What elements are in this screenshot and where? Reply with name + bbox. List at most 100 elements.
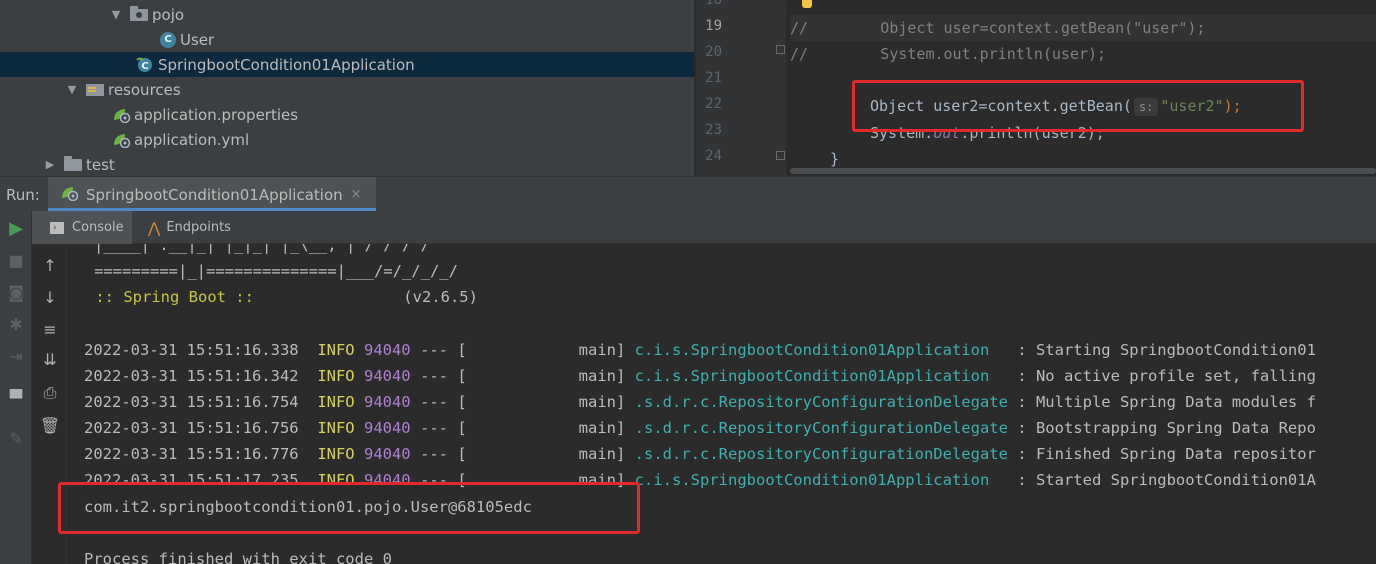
tree-item-label: application.properties	[134, 105, 299, 124]
log-line: 2022-03-31 15:51:16.756 INFO 94040 --- […	[84, 415, 1316, 441]
scroll-to-end-icon[interactable]: ⇊	[39, 348, 61, 370]
endpoints-icon: ⋀	[148, 218, 161, 237]
exit-icon[interactable]: ⇥	[5, 345, 27, 367]
spring-boot-class-icon: C	[136, 57, 154, 73]
debug-icon[interactable]: ✱	[5, 313, 27, 335]
tab-console-label: Console	[72, 220, 124, 235]
log-time: 2022-03-31 15:51:16.754	[84, 393, 299, 411]
print-icon[interactable]: ⎙	[39, 382, 61, 404]
class-icon: C	[160, 31, 176, 48]
code-line-20: // System.out.println(user);	[790, 45, 1107, 63]
log-pid: 94040	[363, 419, 411, 437]
console-side-tools: ↑ ↓ ≡ ⇊ ⎙ 🗑	[33, 244, 67, 564]
line-number: 19	[705, 18, 722, 34]
log-logger[interactable]: c.i.s.SpringbootCondition01Application	[635, 367, 1008, 385]
log-sep: --- [	[420, 393, 467, 411]
rerun-icon[interactable]: ▶	[5, 217, 27, 239]
editor-horizontal-scrollbar[interactable]	[790, 168, 1376, 174]
banner-line: |____| .__|_| |_|_| |_\__, | / / / /	[94, 244, 430, 254]
console-toolbar: › Console ⋀ Endpoints	[32, 211, 1376, 244]
log-sep: --- [	[420, 471, 467, 489]
tab-console[interactable]: › Console	[32, 211, 132, 244]
close-tab-icon[interactable]: ×	[351, 187, 362, 202]
collapse-arrow-icon[interactable]: ▶	[44, 158, 56, 171]
code-line-22: Object user2=context.getBean(s: "user2");	[870, 97, 1242, 116]
tab-endpoints-label: Endpoints	[166, 220, 231, 235]
log-level: INFO	[317, 393, 355, 411]
editor-gutter: 18 19 20 21 22 23 24	[696, 0, 786, 176]
tree-item-test[interactable]: ▶ test	[0, 152, 694, 176]
tree-item-application-class[interactable]: C SpringbootCondition01Application	[0, 52, 694, 77]
log-line: 2022-03-31 15:51:17.235 INFO 94040 --- […	[84, 467, 1316, 493]
tree-item-user[interactable]: C User	[0, 27, 694, 52]
fold-marker-icon[interactable]	[776, 151, 785, 160]
log-thread: main]	[578, 393, 626, 411]
log-pid: 94040	[363, 367, 411, 385]
arrow-up-icon[interactable]: ↑	[39, 254, 61, 276]
line-number: 18	[705, 0, 722, 8]
log-msg: : Bootstrapping Spring Data Repo	[1017, 419, 1316, 437]
lightbulb-icon[interactable]	[802, 0, 812, 8]
package-folder-icon	[130, 5, 148, 21]
line-number: 20	[705, 44, 722, 60]
log-logger[interactable]: .s.d.r.c.RepositoryConfigurationDelegate	[635, 393, 1008, 411]
log-pid: 94040	[363, 341, 411, 359]
arrow-down-icon[interactable]: ↓	[39, 286, 61, 308]
log-thread: main]	[578, 367, 626, 385]
log-time: 2022-03-31 15:51:16.776	[84, 445, 299, 463]
folder-icon	[64, 155, 82, 171]
log-thread: main]	[578, 445, 626, 463]
log-logger[interactable]: .s.d.r.c.RepositoryConfigurationDelegate	[635, 419, 1008, 437]
spring-config-icon	[112, 132, 131, 148]
log-msg: : Started SpringbootCondition01A	[1017, 471, 1316, 489]
tree-item-label: SpringbootCondition01Application	[158, 55, 415, 74]
log-sep: --- [	[420, 419, 467, 437]
expand-arrow-icon[interactable]: ▼	[110, 8, 122, 21]
log-time: 2022-03-31 15:51:16.338	[84, 341, 299, 359]
tree-item-pojo[interactable]: ▼ pojo	[0, 2, 694, 27]
layout-icon[interactable]: ▀	[5, 387, 27, 409]
log-time: 2022-03-31 15:51:16.342	[84, 367, 299, 385]
pin-icon[interactable]: ✎	[5, 427, 27, 449]
spring-boot-version-line: :: Spring Boot :: (v2.6.5)	[86, 288, 478, 306]
log-line: 2022-03-31 15:51:16.342 INFO 94040 --- […	[84, 363, 1316, 389]
code-line-19: // Object user=context.getBean("user");	[790, 19, 1206, 37]
svg-text:C: C	[141, 61, 148, 72]
log-msg: : Starting SpringbootCondition01	[1017, 341, 1316, 359]
expand-arrow-icon[interactable]: ▼	[66, 83, 78, 96]
log-line: 2022-03-31 15:51:16.754 INFO 94040 --- […	[84, 389, 1316, 415]
log-pid: 94040	[363, 393, 411, 411]
tree-item-application-yml[interactable]: application.yml	[0, 127, 694, 152]
process-exit-line: Process finished with exit code 0	[84, 550, 392, 564]
console-output[interactable]: |____| .__|_| |_|_| |_\__, | / / / / ===…	[68, 244, 1376, 564]
log-sep: --- [	[420, 445, 467, 463]
log-logger[interactable]: c.i.s.SpringbootCondition01Application	[635, 341, 1008, 359]
log-sep: --- [	[420, 367, 467, 385]
log-thread: main]	[578, 471, 626, 489]
tree-item-application-properties[interactable]: application.properties	[0, 102, 694, 127]
line-number: 24	[705, 148, 722, 164]
tree-item-label: User	[180, 30, 215, 49]
log-msg: : No active profile set, falling	[1017, 367, 1316, 385]
tab-endpoints[interactable]: ⋀ Endpoints	[148, 211, 231, 244]
code-editor[interactable]: 18 19 20 21 22 23 24 // Object user=cont…	[696, 0, 1376, 176]
log-time: 2022-03-31 15:51:16.756	[84, 419, 299, 437]
project-tree: ▼ pojo C User C SpringbootCondition01App…	[0, 0, 694, 176]
log-logger[interactable]: c.i.s.SpringbootCondition01Application	[635, 471, 1008, 489]
fold-marker-icon[interactable]	[776, 45, 785, 54]
log-pid: 94040	[363, 471, 411, 489]
run-label: Run:	[6, 186, 40, 204]
stop-icon[interactable]: ■	[5, 249, 27, 271]
line-number: 23	[705, 122, 722, 138]
log-level: INFO	[317, 367, 355, 385]
log-level: INFO	[317, 419, 355, 437]
run-tab-application[interactable]: SpringbootCondition01Application ×	[48, 177, 376, 212]
trash-icon[interactable]: 🗑	[39, 414, 61, 436]
log-thread: main]	[578, 341, 626, 359]
log-level: INFO	[317, 445, 355, 463]
camera-icon[interactable]: ◙	[5, 281, 27, 303]
soft-wrap-icon[interactable]: ≡	[39, 318, 61, 340]
log-msg: : Multiple Spring Data modules f	[1017, 393, 1316, 411]
tree-item-resources[interactable]: ▼ resources	[0, 77, 694, 102]
log-logger[interactable]: .s.d.r.c.RepositoryConfigurationDelegate	[635, 445, 1008, 463]
